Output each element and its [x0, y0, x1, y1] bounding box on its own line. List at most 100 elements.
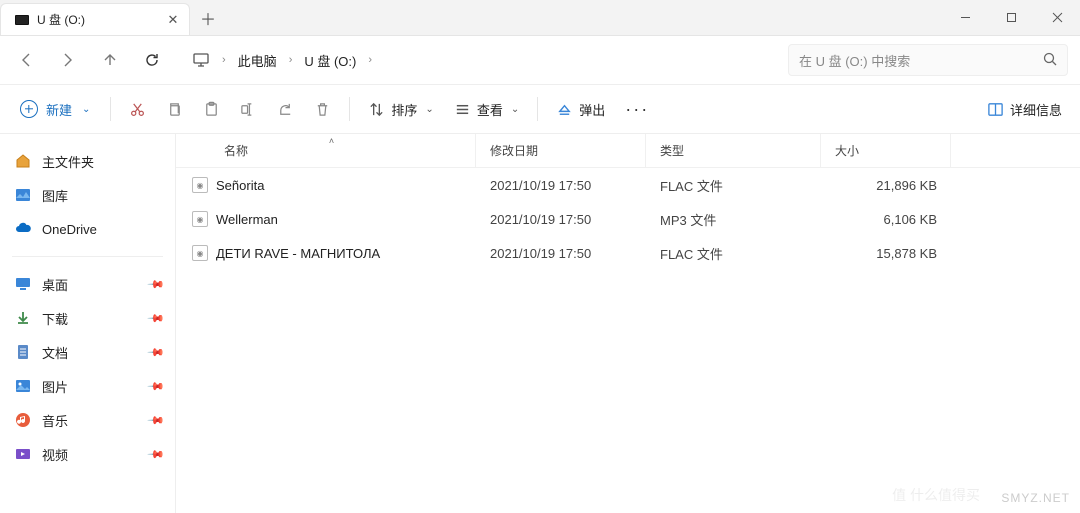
forward-button[interactable]	[48, 40, 88, 80]
file-type: FLAC 文件	[646, 244, 821, 263]
audio-file-icon: ◉	[192, 177, 208, 193]
pin-icon: 📌	[147, 411, 166, 430]
column-name[interactable]: 名称 ˄	[188, 134, 476, 167]
pin-icon: 📌	[147, 445, 166, 464]
sidebar-item-music[interactable]: 音乐 📌	[0, 403, 175, 437]
cut-button[interactable]	[119, 91, 156, 127]
column-type[interactable]: 类型	[646, 134, 821, 167]
separator	[537, 97, 538, 121]
music-icon	[14, 411, 32, 429]
file-name: Wellerman	[216, 212, 278, 227]
navbar: › 此电脑 › U 盘 (O:) › 在 U 盘 (O:) 中搜索	[0, 36, 1080, 84]
minimize-button[interactable]	[942, 0, 988, 35]
sidebar-item-downloads[interactable]: 下载 📌	[0, 301, 175, 335]
breadcrumb[interactable]: › 此电脑 › U 盘 (O:) ›	[184, 51, 786, 70]
search-icon	[1043, 52, 1057, 69]
view-label: 查看	[477, 100, 503, 119]
details-label: 详细信息	[1010, 100, 1062, 119]
maximize-button[interactable]	[988, 0, 1034, 35]
home-icon	[14, 152, 32, 170]
close-tab-button[interactable]: ✕	[165, 12, 181, 28]
new-tab-button[interactable]: ＋	[190, 0, 226, 35]
documents-icon	[14, 343, 32, 361]
onedrive-icon	[14, 220, 32, 238]
share-button[interactable]	[267, 91, 304, 127]
desktop-icon	[14, 275, 32, 293]
file-type: FLAC 文件	[646, 176, 821, 195]
column-date[interactable]: 修改日期	[476, 134, 646, 167]
sidebar-item-pictures[interactable]: 图片 📌	[0, 369, 175, 403]
pin-icon: 📌	[147, 343, 166, 362]
column-headers: 名称 ˄ 修改日期 类型 大小	[176, 134, 1080, 168]
table-row[interactable]: ◉ ДЕТИ RAVE - МАГНИТОЛА 2021/10/19 17:50FL…	[176, 236, 1080, 270]
chevron-down-icon: ⌄	[425, 104, 433, 115]
monitor-icon	[192, 51, 210, 69]
file-size: 21,896 KB	[821, 178, 951, 193]
usb-drive-icon	[15, 15, 29, 25]
refresh-button[interactable]	[132, 40, 172, 80]
sidebar: 主文件夹 图库 OneDrive 桌面 📌	[0, 134, 176, 513]
back-button[interactable]	[6, 40, 46, 80]
chevron-right-icon: ›	[368, 54, 372, 66]
sort-label: 排序	[391, 100, 417, 119]
new-button[interactable]: 新建 ⌄	[8, 91, 102, 127]
copy-button[interactable]	[156, 91, 193, 127]
paste-button[interactable]	[193, 91, 230, 127]
file-type: MP3 文件	[646, 210, 821, 229]
sidebar-item-desktop[interactable]: 桌面 📌	[0, 267, 175, 301]
file-name: ДЕТИ RAVE - МАГНИТОЛА	[216, 246, 380, 261]
chevron-right-icon: ›	[222, 54, 226, 66]
chevron-down-icon: ⌄	[511, 104, 519, 115]
delete-button[interactable]	[304, 91, 341, 127]
sidebar-item-documents[interactable]: 文档 📌	[0, 335, 175, 369]
more-button[interactable]: ···	[615, 99, 659, 120]
column-size[interactable]: 大小	[821, 134, 951, 167]
toolbar: 新建 ⌄ 排序 ⌄ 查看 ⌄ 弹出 ··· 详细信息	[0, 84, 1080, 134]
file-size: 6,106 KB	[821, 212, 951, 227]
titlebar: U 盘 (O:) ✕ ＋	[0, 0, 1080, 36]
file-size: 15,878 KB	[821, 246, 951, 261]
sidebar-item-videos[interactable]: 视频 📌	[0, 437, 175, 471]
pin-icon: 📌	[147, 309, 166, 328]
table-row[interactable]: ◉Wellerman2021/10/19 17:50MP3 文件6,106 KB	[176, 202, 1080, 236]
eject-label: 弹出	[579, 100, 605, 119]
separator	[110, 97, 111, 121]
view-button[interactable]: 查看 ⌄	[444, 91, 529, 127]
file-date: 2021/10/19 17:50	[476, 246, 646, 261]
up-button[interactable]	[90, 40, 130, 80]
details-pane-button[interactable]: 详细信息	[977, 91, 1072, 127]
sidebar-item-onedrive[interactable]: OneDrive	[0, 212, 175, 246]
eject-button[interactable]: 弹出	[546, 91, 615, 127]
search-placeholder: 在 U 盘 (O:) 中搜索	[799, 51, 910, 70]
file-date: 2021/10/19 17:50	[476, 212, 646, 227]
window-controls	[942, 0, 1080, 35]
pictures-icon	[14, 377, 32, 395]
crumb-this-pc[interactable]: 此电脑	[238, 51, 277, 70]
tab-current[interactable]: U 盘 (O:) ✕	[0, 3, 190, 35]
pin-icon: 📌	[147, 275, 166, 294]
chevron-down-icon: ⌄	[82, 104, 90, 115]
tab-label: U 盘 (O:)	[37, 11, 85, 28]
separator	[349, 97, 350, 121]
sort-button[interactable]: 排序 ⌄	[358, 91, 443, 127]
chevron-right-icon: ›	[289, 54, 293, 66]
rename-button[interactable]	[230, 91, 267, 127]
close-window-button[interactable]	[1034, 0, 1080, 35]
sidebar-divider	[12, 256, 163, 257]
pin-icon: 📌	[147, 377, 166, 396]
gallery-icon	[14, 186, 32, 204]
search-input[interactable]: 在 U 盘 (O:) 中搜索	[788, 44, 1068, 76]
crumb-drive[interactable]: U 盘 (O:)	[304, 51, 356, 70]
new-label: 新建	[46, 100, 72, 119]
file-name: Señorita	[216, 178, 264, 193]
downloads-icon	[14, 309, 32, 327]
sidebar-item-gallery[interactable]: 图库	[0, 178, 175, 212]
file-list-pane: 名称 ˄ 修改日期 类型 大小 ◉ Señorita 2021/10/19 17:5…	[176, 134, 1080, 513]
audio-file-icon: ◉	[192, 245, 208, 261]
table-row[interactable]: ◉ Señorita 2021/10/19 17:50FLAC 文件21,896 K…	[176, 168, 1080, 202]
videos-icon	[14, 445, 32, 463]
sort-ascending-icon: ˄	[329, 136, 334, 146]
sidebar-item-home[interactable]: 主文件夹	[0, 144, 175, 178]
file-date: 2021/10/19 17:50	[476, 178, 646, 193]
file-rows: ◉Señorita2021/10/19 17:50FLAC 文件21,896 K…	[176, 168, 1080, 513]
